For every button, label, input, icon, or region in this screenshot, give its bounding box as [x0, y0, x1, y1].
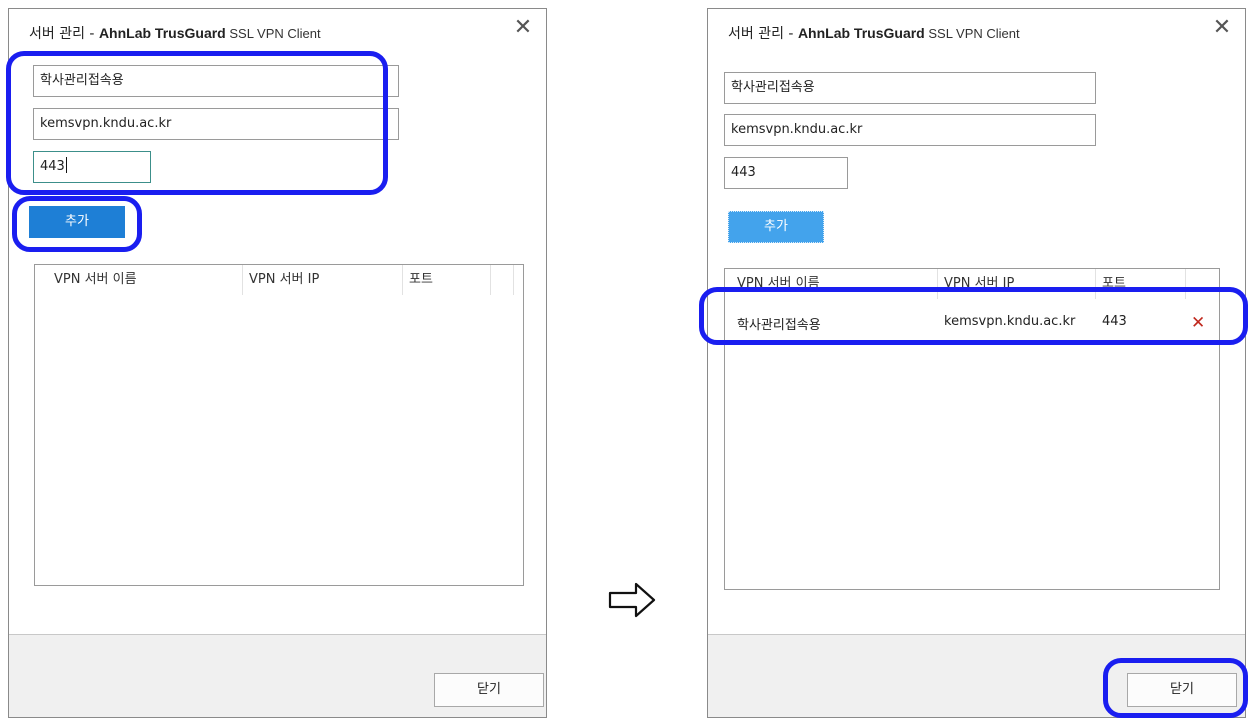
dialog-title-product: SSL VPN Client: [924, 26, 1020, 41]
server-port-input[interactable]: 443: [33, 151, 151, 183]
vpn-server-list[interactable]: VPN 서버 이름 VPN 서버 IP 포트: [34, 264, 524, 586]
column-divider: [490, 265, 491, 295]
column-header-server-name[interactable]: VPN 서버 이름: [54, 265, 137, 295]
list-header: VPN 서버 이름 VPN 서버 IP 포트: [35, 265, 523, 295]
add-button[interactable]: 추가: [29, 206, 125, 238]
dialog-title: 서버 관리 - AhnLab TrusGuard SSL VPN Client: [728, 23, 1020, 43]
server-address-input[interactable]: kemsvpn.kndu.ac.kr: [33, 108, 399, 140]
close-icon[interactable]: ✕: [512, 17, 534, 39]
column-divider: [1095, 269, 1096, 299]
server-port-input[interactable]: 443: [724, 157, 848, 189]
column-divider: [1185, 269, 1186, 299]
column-divider: [937, 269, 938, 299]
dialog-title-prefix: 서버 관리 -: [728, 26, 798, 42]
column-header-port[interactable]: 포트: [409, 265, 433, 295]
server-port-value: 443: [40, 159, 65, 174]
column-header-server-ip[interactable]: VPN 서버 IP: [944, 269, 1014, 299]
server-name-input[interactable]: 학사관리접속용: [724, 72, 1096, 104]
column-divider: [513, 265, 514, 295]
server-management-dialog-after: 서버 관리 - AhnLab TrusGuard SSL VPN Client …: [707, 8, 1246, 718]
close-button[interactable]: 닫기: [434, 673, 544, 707]
server-name-input[interactable]: 학사관리접속용: [33, 65, 399, 97]
column-header-port[interactable]: 포트: [1102, 269, 1126, 299]
row-server-ip: kemsvpn.kndu.ac.kr: [944, 314, 1076, 329]
row-server-port: 443: [1102, 314, 1127, 329]
column-header-server-name[interactable]: VPN 서버 이름: [737, 269, 820, 299]
dialog-title: 서버 관리 - AhnLab TrusGuard SSL VPN Client: [29, 23, 321, 43]
dialog-title-prefix: 서버 관리 -: [29, 26, 99, 42]
row-server-name: 학사관리접속용: [737, 318, 821, 333]
column-divider: [402, 265, 403, 295]
vpn-server-list[interactable]: VPN 서버 이름 VPN 서버 IP 포트 학사관리접속용 kemsvpn.k…: [724, 268, 1220, 590]
dialog-title-brand: AhnLab TrusGuard: [797, 25, 925, 41]
dialog-title-product: SSL VPN Client: [225, 26, 321, 41]
right-arrow-icon: [608, 582, 656, 618]
close-button[interactable]: 닫기: [1127, 673, 1237, 707]
add-button[interactable]: 추가: [728, 211, 824, 243]
close-icon[interactable]: ✕: [1211, 17, 1233, 39]
text-caret: [65, 157, 67, 173]
column-header-server-ip[interactable]: VPN 서버 IP: [249, 265, 319, 295]
server-management-dialog-before: 서버 관리 - AhnLab TrusGuard SSL VPN Client …: [8, 8, 547, 718]
delete-icon[interactable]: ✕: [1191, 313, 1205, 333]
dialog-title-brand: AhnLab TrusGuard: [98, 25, 226, 41]
list-header: VPN 서버 이름 VPN 서버 IP 포트: [725, 269, 1219, 299]
column-divider: [242, 265, 243, 295]
server-address-input[interactable]: kemsvpn.kndu.ac.kr: [724, 114, 1096, 146]
